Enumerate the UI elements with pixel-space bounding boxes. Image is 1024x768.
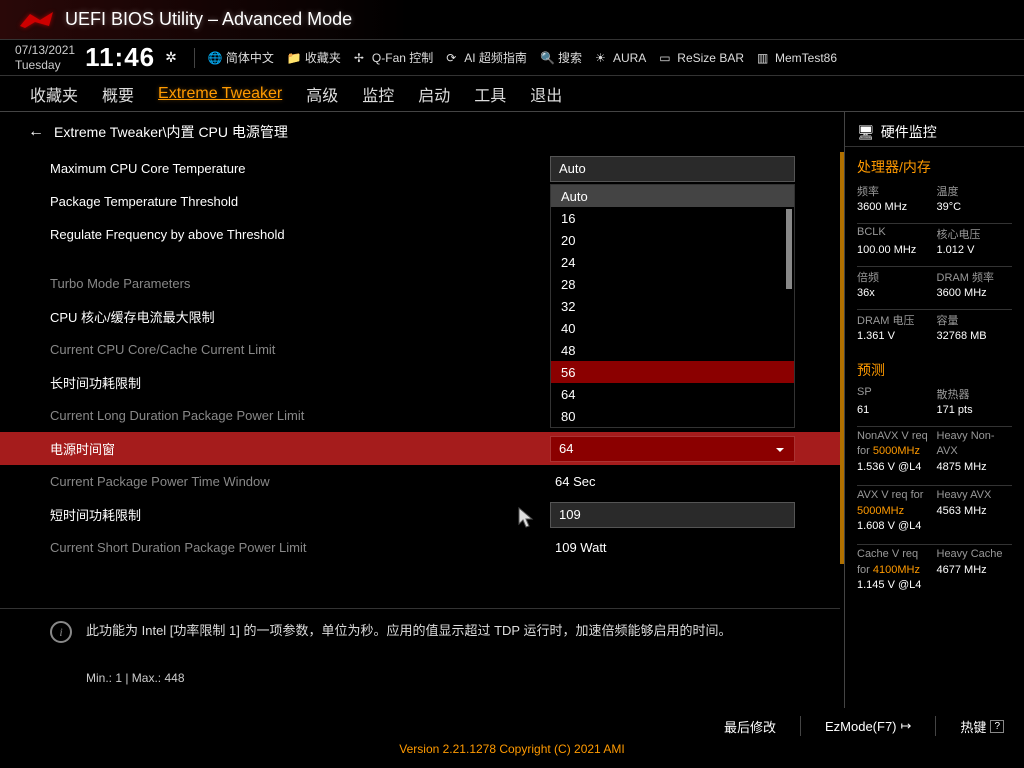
resizebar-button[interactable]: ▭ReSize BAR [655,51,748,65]
dropdown-pkg-temp[interactable]: Auto 16202428324048566480 [550,184,795,428]
dropdown-item-40[interactable]: 40 [551,317,794,339]
day-line: Tuesday [15,58,75,72]
tab-5[interactable]: 启动 [418,76,450,112]
dropdown-item-16[interactable]: 16 [551,207,794,229]
tab-7[interactable]: 退出 [530,76,562,112]
tab-6[interactable]: 工具 [474,76,506,112]
sidebar-section-predict: 预测 [845,350,1024,386]
hotkey-button[interactable]: 热键? [960,717,1004,736]
row-current-short-limit: Current Short Duration Package Power Lim… [0,531,840,564]
resize-icon: ▭ [659,51,673,65]
bios-title: UEFI BIOS Utility – Advanced Mode [65,9,352,30]
date-line: 07/13/2021 [15,43,75,57]
tab-0[interactable]: 收藏夹 [30,76,78,112]
tab-4[interactable]: 监控 [362,76,394,112]
dropdown-item-auto[interactable]: Auto [551,185,794,207]
date-display: 07/13/2021 Tuesday [15,43,75,72]
help-panel: i 此功能为 Intel [功率限制 1] 的一项参数，单位为秒。应用的值显示超… [0,608,840,708]
field-short-power-limit[interactable]: 109 [550,502,795,528]
dropdown-item-64[interactable]: 64 [551,383,794,405]
fan-icon: ✢ [354,51,368,65]
language-button[interactable]: 🌐简体中文 [204,49,278,66]
last-modified-button[interactable]: 最后修改 [724,717,776,736]
dropdown-item-32[interactable]: 32 [551,295,794,317]
ai-icon: ⟳ [446,51,460,65]
row-short-power-limit[interactable]: 短时间功耗限制 109 [0,498,840,531]
ai-overclock-button[interactable]: ⟳AI 超频指南 [442,49,531,66]
field-power-time-window[interactable]: 64 [550,436,795,462]
dropdown-item-24[interactable]: 24 [551,251,794,273]
exit-icon: ↦ [901,718,912,734]
row-max-cpu-temp[interactable]: Maximum CPU Core Temperature Auto [0,152,840,185]
topbar: 07/13/2021 Tuesday 11:46 ✲ 🌐简体中文 📁收藏夹 ✢Q… [0,40,1024,76]
gear-icon[interactable]: ✲ [165,49,177,66]
folder-icon: 📁 [287,51,301,65]
monitor-icon: 🖥 [857,124,875,141]
help-text: 此功能为 Intel [功率限制 1] 的一项参数，单位为秒。应用的值显示超过 … [86,621,731,641]
search-button[interactable]: 🔍搜索 [536,49,586,66]
ezmode-button[interactable]: EzMode(F7)↦ [825,718,911,734]
row-current-time-window: Current Package Power Time Window 64 Sec [0,465,840,498]
dropdown-item-48[interactable]: 48 [551,339,794,361]
dropdown-item-80[interactable]: 80 [551,405,794,427]
dropdown-item-56[interactable]: 56 [551,361,794,383]
tab-1[interactable]: 概要 [102,76,134,112]
header-bar: UEFI BIOS Utility – Advanced Mode [0,0,1024,40]
aura-icon: ☀ [595,51,609,65]
memtest-button[interactable]: ▥MemTest86 [753,51,841,65]
back-arrow-icon[interactable]: ← [28,123,44,141]
tab-2[interactable]: Extreme Tweaker [158,79,282,109]
qfan-button[interactable]: ✢Q-Fan 控制 [350,49,437,66]
sidebar-section-cpu: 处理器/内存 [845,147,1024,183]
favorites-button[interactable]: 📁收藏夹 [283,49,345,66]
tab-3[interactable]: 高级 [306,76,338,112]
rog-logo-icon [15,5,55,35]
dropdown-item-20[interactable]: 20 [551,229,794,251]
breadcrumb-text: Extreme Tweaker\内置 CPU 电源管理 [54,122,288,142]
content-pane: ← Extreme Tweaker\内置 CPU 电源管理 Maximum CP… [0,112,844,708]
info-icon: i [50,621,72,643]
sidebar-title: 🖥 硬件监控 [845,118,1024,147]
memtest-icon: ▥ [757,51,771,65]
search-icon: 🔍 [540,51,554,65]
dropdown-item-28[interactable]: 28 [551,273,794,295]
hw-monitor-sidebar: 🖥 硬件监控 处理器/内存 频率温度 3600 MHz39°C BCLK核心电压… [844,112,1024,708]
main-tabs: 收藏夹概要 Extreme Tweaker 高级监控启动工具退出 [0,76,1024,112]
row-power-time-window[interactable]: 电源时间窗 64 [0,432,840,465]
footer: 最后修改 EzMode(F7)↦ 热键? Version 2.21.1278 C… [0,708,1024,768]
aura-button[interactable]: ☀AURA [591,51,650,65]
version-text: Version 2.21.1278 Copyright (C) 2021 AMI [0,736,1024,762]
time-display: 11:46 [85,42,155,73]
help-range: Min.: 1 | Max.: 448 [86,671,731,685]
field-max-cpu-temp[interactable]: Auto [550,156,795,182]
dropdown-scrollbar[interactable] [786,209,792,289]
globe-icon: 🌐 [208,51,222,65]
breadcrumb: ← Extreme Tweaker\内置 CPU 电源管理 [0,112,844,152]
